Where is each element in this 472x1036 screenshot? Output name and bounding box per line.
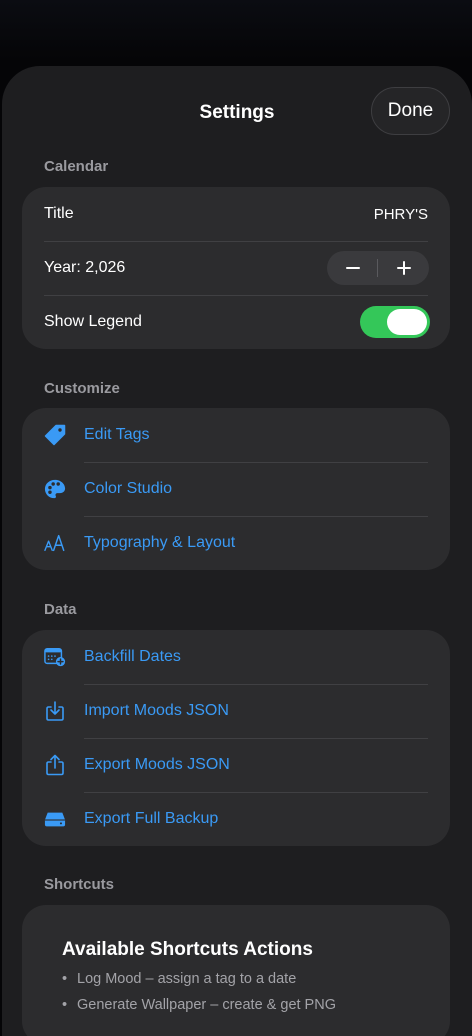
drive-icon — [44, 808, 66, 830]
minus-icon — [345, 267, 360, 269]
import-moods-label: Import Moods JSON — [84, 702, 229, 719]
show-legend-toggle[interactable] — [360, 306, 430, 338]
import-moods-row[interactable]: Import Moods JSON — [44, 684, 428, 738]
export-moods-row[interactable]: Export Moods JSON — [44, 738, 428, 792]
calendar-title-row[interactable]: Title PHRY'S — [44, 187, 428, 241]
year-stepper — [327, 251, 429, 285]
calendar-card: Title PHRY'S Year: 2,026 Show Legend — [22, 187, 450, 349]
textformat-icon — [44, 532, 66, 554]
section-header-calendar: Calendar — [44, 158, 109, 175]
sheet-header: Settings Done — [2, 66, 472, 158]
share-icon — [44, 754, 66, 776]
section-header-data: Data — [44, 601, 77, 618]
calendar-plus-icon — [44, 646, 66, 668]
show-legend-label: Show Legend — [44, 313, 142, 330]
year-decrement-button[interactable] — [327, 251, 378, 285]
year-row: Year: 2,026 — [44, 241, 429, 295]
year-label: Year: 2,026 — [44, 259, 126, 276]
shortcut-item-text: Log Mood – assign a tag to a date — [77, 971, 297, 987]
edit-tags-label: Edit Tags — [84, 426, 150, 443]
shortcuts-card-title: Available Shortcuts Actions — [62, 939, 313, 960]
import-icon — [44, 700, 66, 722]
export-moods-label: Export Moods JSON — [84, 756, 230, 773]
section-header-shortcuts: Shortcuts — [44, 876, 115, 893]
typography-layout-row[interactable]: Typography & Layout — [44, 516, 428, 570]
title-label: Title — [44, 205, 74, 222]
bullet: • — [62, 971, 68, 987]
settings-sheet: Settings Done Calendar Title PHRY'S Year… — [2, 66, 472, 1036]
color-studio-row[interactable]: Color Studio — [44, 462, 428, 516]
section-header-customize: Customize — [44, 380, 120, 397]
year-increment-button[interactable] — [378, 251, 429, 285]
toggle-knob — [387, 309, 427, 335]
export-backup-label: Export Full Backup — [84, 810, 219, 827]
title-value: PHRY'S — [373, 205, 428, 223]
backfill-dates-row[interactable]: Backfill Dates — [44, 630, 428, 684]
done-button[interactable]: Done — [371, 87, 450, 135]
export-backup-row[interactable]: Export Full Backup — [44, 792, 428, 846]
shortcut-item: • Generate Wallpaper – create & get PNG — [62, 997, 336, 1013]
shortcut-item-text: Generate Wallpaper – create & get PNG — [77, 997, 336, 1013]
shortcut-item: • Log Mood – assign a tag to a date — [62, 971, 296, 987]
show-legend-row: Show Legend — [44, 295, 430, 349]
shortcuts-card: Available Shortcuts Actions • Log Mood –… — [22, 905, 450, 1036]
typography-layout-label: Typography & Layout — [84, 534, 236, 551]
color-studio-label: Color Studio — [84, 480, 173, 497]
bullet: • — [62, 997, 68, 1013]
palette-icon — [44, 478, 66, 500]
tag-icon — [44, 424, 66, 446]
customize-card: Edit Tags Color Studio Typography & Layo… — [22, 408, 450, 570]
plus-icon — [396, 261, 411, 275]
data-card: Backfill Dates Import Moods JSON Export … — [22, 630, 450, 846]
edit-tags-row[interactable]: Edit Tags — [44, 408, 428, 462]
stepper-divider — [377, 259, 378, 277]
backfill-dates-label: Backfill Dates — [84, 648, 181, 665]
